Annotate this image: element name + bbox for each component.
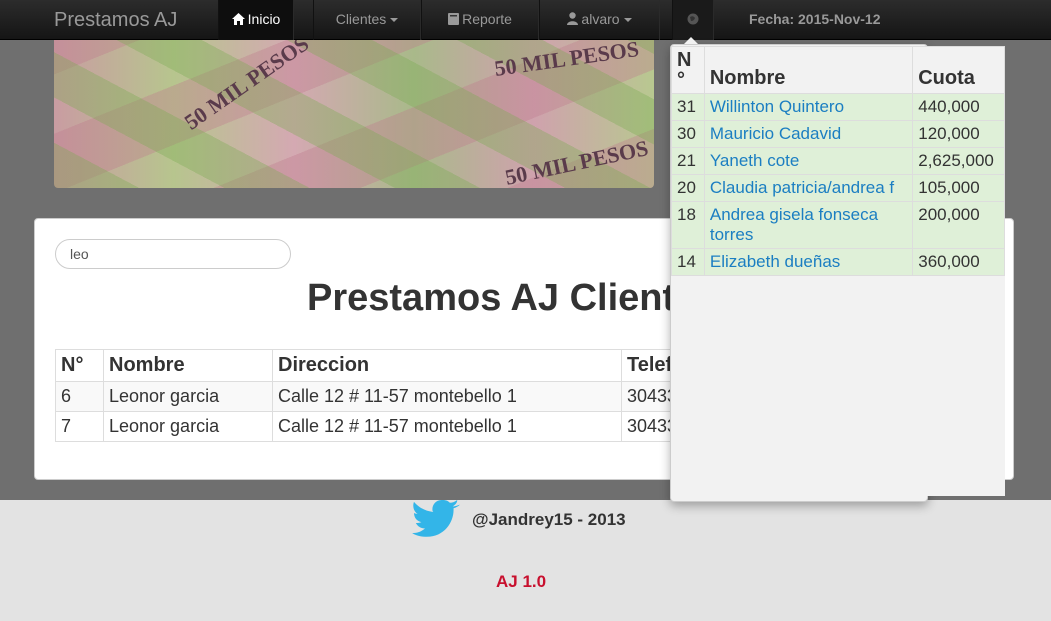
home-icon	[231, 13, 245, 25]
cell-n: 21	[671, 147, 705, 175]
client-link[interactable]: Andrea gisela fonseca torres	[703, 201, 914, 249]
cell-cuota: 120,000	[912, 120, 1005, 148]
col-header-n: N °	[671, 46, 705, 94]
banner-bill-text: 50 MIL PESOS	[492, 40, 641, 82]
banner-bill-text: 50 MIL PESOS	[179, 40, 314, 135]
cell-n: 14	[671, 248, 705, 276]
banner-bill-text: 50 MIL PESOS	[502, 135, 651, 188]
table-header-row: N° Nombre Direccion Telef	[55, 349, 702, 382]
chevron-down-icon	[623, 18, 632, 23]
footer-handle: @Jandrey15 - 2013	[472, 510, 626, 529]
cell-cuota: 105,000	[912, 174, 1005, 202]
cell-nombre: Leonor garcia	[103, 411, 273, 442]
cell-cuota: 440,000	[912, 93, 1005, 121]
nav-inicio[interactable]: Inicio	[218, 0, 294, 40]
banner-image: 50 MIL PESOS 50 MIL PESOS 50 MIL PESOS	[54, 40, 654, 188]
clients-table: N° Nombre Direccion Telef 6 Leonor garci…	[55, 349, 702, 442]
search-input[interactable]	[55, 239, 291, 269]
client-link[interactable]: Mauricio Cadavid	[703, 120, 914, 148]
app-version: AJ 1.0	[496, 572, 547, 591]
client-link[interactable]: Yaneth cote	[703, 147, 914, 175]
cell-n: 7	[55, 411, 104, 442]
col-header-nombre: Nombre	[703, 46, 914, 94]
dropdown-caret	[684, 37, 698, 44]
nav-reporte-label: Reporte	[462, 11, 512, 27]
nav-clientes-label: Clientes	[335, 11, 387, 27]
table-row[interactable]: 18 Andrea gisela fonseca torres 200,000	[671, 201, 1005, 249]
user-icon	[567, 12, 579, 25]
notifications-dropdown-body: N ° Nombre Cuota 31 Willinton Quintero 4…	[671, 46, 1005, 496]
cell-n: 30	[671, 120, 705, 148]
book-icon	[448, 13, 460, 25]
col-header-nombre: Nombre	[103, 349, 273, 382]
table-row[interactable]: 30 Mauricio Cadavid 120,000	[671, 120, 1005, 148]
client-link[interactable]: Willinton Quintero	[703, 93, 914, 121]
table-row[interactable]: 31 Willinton Quintero 440,000	[671, 93, 1005, 121]
nav-notifications[interactable]	[672, 0, 714, 40]
chevron-down-icon	[390, 18, 399, 23]
cell-cuota: 200,000	[912, 201, 1005, 249]
cell-direccion: Calle 12 # 11-57 montebello 1	[272, 381, 622, 412]
table-row[interactable]: 21 Yaneth cote 2,625,000	[671, 147, 1005, 175]
nav-user-label: alvaro	[581, 11, 620, 27]
col-header-n: N°	[55, 349, 104, 382]
top-navbar: Prestamos AJ Inicio Clientes Reporte alv…	[0, 0, 1051, 40]
table-row[interactable]: 20 Claudia patricia/andrea f 105,000	[671, 174, 1005, 202]
nav-user-dropdown[interactable]: alvaro	[539, 0, 660, 40]
brand-link[interactable]: Prestamos AJ	[54, 0, 177, 40]
cell-nombre: Leonor garcia	[103, 381, 273, 412]
nav-reporte[interactable]: Reporte	[421, 0, 539, 40]
cell-cuota: 360,000	[912, 248, 1005, 276]
col-header-direccion: Direccion	[272, 349, 622, 382]
cell-n: 31	[671, 93, 705, 121]
page-title: Prestamos AJ Clientes	[307, 277, 718, 319]
table-row[interactable]: 6 Leonor garcia Calle 12 # 11-57 montebe…	[55, 381, 702, 412]
cell-n: 18	[671, 201, 705, 249]
cell-n: 6	[55, 381, 104, 412]
client-link[interactable]: Claudia patricia/andrea f	[703, 174, 914, 202]
cell-direccion: Calle 12 # 11-57 montebello 1	[272, 411, 622, 442]
cell-n: 20	[671, 174, 705, 202]
nav-inicio-label: Inicio	[247, 11, 281, 27]
table-row[interactable]: 7 Leonor garcia Calle 12 # 11-57 montebe…	[55, 411, 702, 442]
cuotas-table: N ° Nombre Cuota 31 Willinton Quintero 4…	[671, 46, 1005, 276]
globe-icon	[687, 13, 699, 25]
col-header-cuota: Cuota	[912, 46, 1005, 94]
cell-cuota: 2,625,000	[912, 147, 1005, 175]
table-header-row: N ° Nombre Cuota	[671, 46, 1005, 94]
client-link[interactable]: Elizabeth dueñas	[703, 248, 914, 276]
current-date: Fecha: 2015-Nov-12	[749, 11, 881, 27]
table-row[interactable]: 14 Elizabeth dueñas 360,000	[671, 248, 1005, 276]
nav-clientes-dropdown[interactable]: Clientes	[313, 0, 421, 40]
twitter-bird-icon[interactable]	[412, 500, 464, 540]
